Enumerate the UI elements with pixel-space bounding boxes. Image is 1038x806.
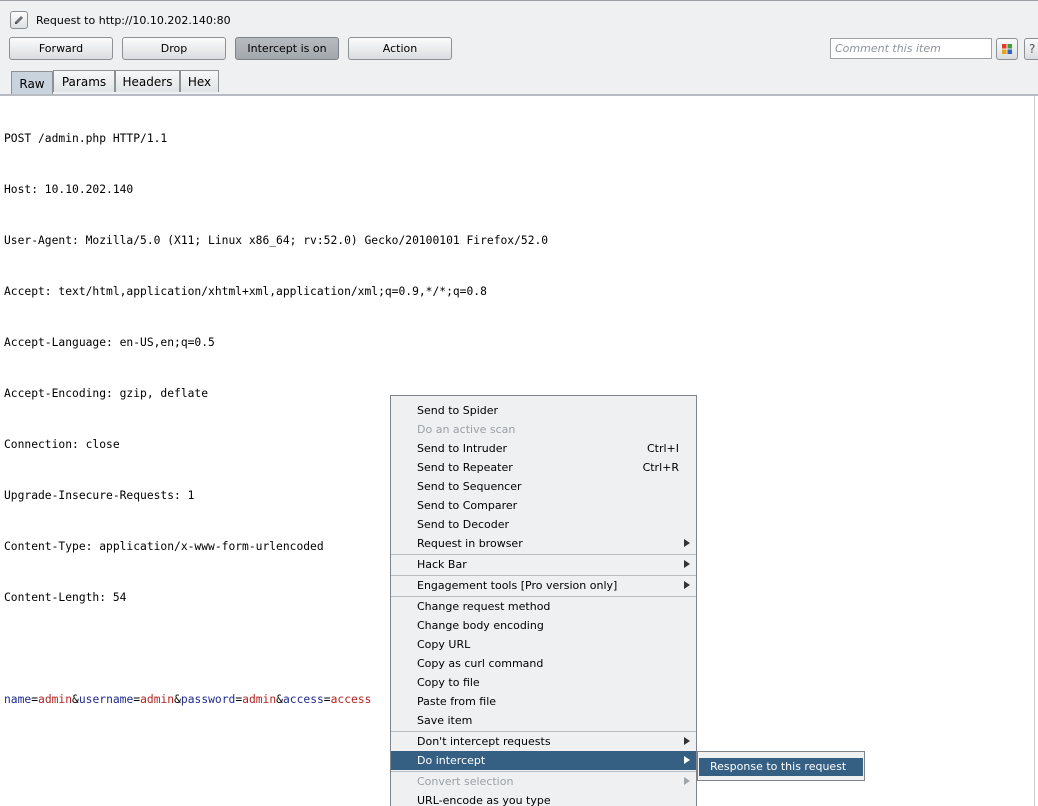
shortcut-label: Ctrl+R [642,461,679,474]
header-line: Accept: text/html,application/xhtml+xml,… [4,285,487,298]
menu-item-label: Don't intercept requests [417,735,551,748]
menu-item-save-item[interactable]: Save item [391,711,696,730]
menu-item-label: Save item [417,714,473,727]
menu-item-label: Send to Spider [417,404,499,417]
menu-item-label: Engagement tools [Pro version only] [417,579,618,592]
submenu-item-response-to-request[interactable]: Response to this request [699,758,863,776]
tab-hex[interactable]: Hex [180,70,219,92]
menu-item-label: Copy to file [417,676,480,689]
request-title-row: Request to http://10.10.202.140:80 [10,10,231,30]
param-name: name [4,693,32,706]
menu-item-label: Convert selection [417,775,514,788]
param-name: password [180,693,236,706]
menu-item-send-to-intruder[interactable]: Send to Intruder Ctrl+I [391,439,696,458]
menu-item-copy-url[interactable]: Copy URL [391,635,696,654]
submenu-arrow-icon [684,560,690,568]
menu-item-label: Send to Sequencer [417,480,522,493]
menu-item-url-encode-as-you-type[interactable]: URL-encode as you type [391,791,696,806]
menu-item-label: Hack Bar [417,558,467,571]
menu-item-label: Copy URL [417,638,471,651]
menu-item-label: Request in browser [417,537,523,550]
menu-item-copy-to-file[interactable]: Copy to file [391,673,696,692]
context-menu: Send to Spider Do an active scan Send to… [390,395,697,806]
action-button[interactable]: Action [348,37,452,60]
request-title: Request to http://10.10.202.140:80 [36,13,231,27]
menu-item-label: Change request method [417,600,551,613]
request-line: POST /admin.php HTTP/1.1 [4,132,168,145]
menu-item-label: Copy as curl command [417,657,544,670]
menu-item-label: Send to Intruder [417,442,508,455]
submenu-arrow-icon [684,737,690,745]
menu-item-engagement-tools[interactable]: Engagement tools [Pro version only] [391,576,696,595]
highlight-color-button[interactable] [996,38,1018,60]
menu-item-label: Do an active scan [417,423,516,436]
intercept-toggle-button[interactable]: Intercept is on [235,37,339,60]
menu-item-change-request-method[interactable]: Change request method [391,597,696,616]
help-icon[interactable]: ? [1024,38,1038,60]
submenu-arrow-icon [684,539,690,547]
param-value: access [330,693,372,706]
menu-item-label: Send to Comparer [417,499,518,512]
param-value: admin [140,693,175,706]
color-grid-icon [1002,44,1012,54]
menu-item-convert-selection: Convert selection [391,772,696,791]
submenu-arrow-icon [684,756,690,764]
header-line: User-Agent: Mozilla/5.0 (X11; Linux x86_… [4,234,549,247]
menu-item-label: URL-encode as you type [417,794,551,806]
menu-item-label: Paste from file [417,695,497,708]
header-line: Host: 10.10.202.140 [4,183,134,196]
menu-item-active-scan: Do an active scan [391,420,696,439]
forward-button[interactable]: Forward [9,37,113,60]
menu-item-send-to-spider[interactable]: Send to Spider [391,401,696,420]
menu-item-send-to-decoder[interactable]: Send to Decoder [391,515,696,534]
menu-item-do-intercept[interactable]: Do intercept [391,751,696,770]
menu-item-send-to-comparer[interactable]: Send to Comparer [391,496,696,515]
menu-item-send-to-sequencer[interactable]: Send to Sequencer [391,477,696,496]
menu-item-request-in-browser[interactable]: Request in browser [391,534,696,553]
tab-raw[interactable]: Raw [11,71,53,95]
editor-scroll-edge [1034,96,1035,806]
menu-item-dont-intercept[interactable]: Don't intercept requests [391,732,696,751]
menu-item-label: Do intercept [417,754,486,767]
menu-item-label: Change body encoding [417,619,544,632]
param-name: username [78,693,134,706]
submenu-arrow-icon [684,581,690,589]
param-name: access [282,693,324,706]
menu-item-hack-bar[interactable]: Hack Bar [391,555,696,574]
tab-headers[interactable]: Headers [115,70,180,92]
menu-item-change-body-encoding[interactable]: Change body encoding [391,616,696,635]
drop-button[interactable]: Drop [122,37,226,60]
menu-item-send-to-repeater[interactable]: Send to Repeater Ctrl+R [391,458,696,477]
message-editor-toolbar: Request to http://10.10.202.140:80 Forwa… [0,0,1038,96]
param-value: admin [38,693,73,706]
submenu-arrow-icon [684,777,690,785]
param-value: admin [242,693,277,706]
do-intercept-submenu: Response to this request [697,751,865,781]
header-line: Accept-Language: en-US,en;q=0.5 [4,336,215,349]
menu-item-paste-from-file[interactable]: Paste from file [391,692,696,711]
menu-item-label: Send to Repeater [417,461,513,474]
tab-params[interactable]: Params [53,70,115,92]
pencil-icon[interactable] [10,11,28,29]
menu-item-copy-as-curl[interactable]: Copy as curl command [391,654,696,673]
comment-input[interactable]: Comment this item [830,38,992,59]
menu-item-label: Send to Decoder [417,518,510,531]
shortcut-label: Ctrl+I [646,442,679,455]
